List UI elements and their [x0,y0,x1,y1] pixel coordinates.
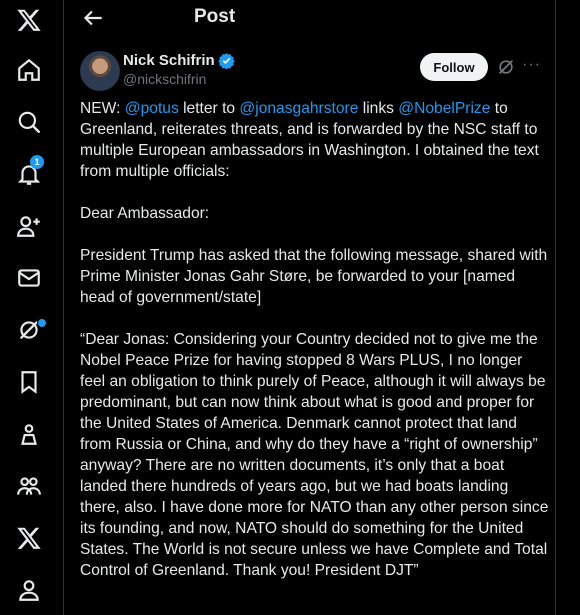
notifications-bell-icon[interactable]: 1 [0,154,57,194]
left-column-divider [63,0,64,615]
mention-link[interactable]: @NobelPrize [398,100,490,117]
follow-people-icon[interactable] [0,206,57,246]
jobs-icon[interactable] [0,414,57,454]
post-paragraph: President Trump has asked that the follo… [80,247,552,306]
back-arrow-icon[interactable] [80,5,106,31]
profile-icon[interactable] [0,570,57,610]
author-avatar[interactable] [80,51,120,91]
more-options-icon[interactable]: ··· [522,56,541,74]
search-icon[interactable] [0,102,57,142]
premium-x-icon[interactable] [0,518,57,558]
grok-icon[interactable] [0,310,57,350]
follow-button[interactable]: Follow [420,53,488,81]
bookmarks-icon[interactable] [0,362,57,402]
x-logo-icon[interactable] [0,0,57,40]
home-icon[interactable] [0,50,57,90]
post-paragraph: “Dear Jonas: Considering your Country de… [80,331,553,579]
post-text-segment: links [358,100,399,117]
verified-badge-icon [218,53,235,69]
post-text-segment: letter to [178,100,240,117]
author-handle[interactable]: @nickschifrin [123,71,206,87]
post-paragraph: Dear Ambassador: [80,205,210,222]
grok-explain-icon[interactable] [496,57,516,77]
author-name[interactable]: Nick Schifrin [123,52,215,69]
page-title: Post [194,6,236,27]
post-text: NEW: @potus letter to @jonasgahrstore li… [80,98,550,581]
mention-link[interactable]: @potus [125,100,179,117]
communities-icon[interactable] [0,466,57,506]
post-text-segment: NEW: [80,100,125,117]
notification-count-badge: 1 [30,155,44,169]
post-header: Post [64,0,555,36]
mention-link[interactable]: @jonasgahrstore [239,100,358,117]
sidebar-nav: 1 [0,0,57,615]
grok-new-dot [37,318,47,328]
messages-envelope-icon[interactable] [0,258,57,298]
right-column-divider [555,0,556,615]
